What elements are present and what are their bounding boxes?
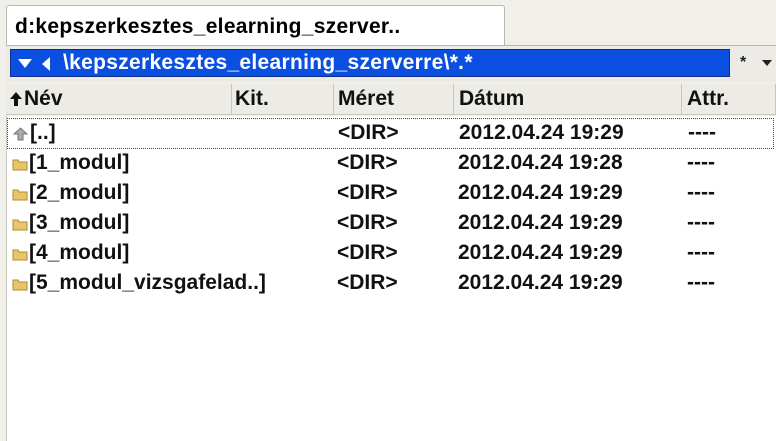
column-header-attr[interactable]: Attr. <box>682 84 776 115</box>
row-date: 2012.04.24 19:29 <box>458 211 623 234</box>
back-icon[interactable] <box>40 56 52 72</box>
row-size: <DIR> <box>337 271 398 294</box>
column-header-name[interactable]: Név <box>6 84 232 115</box>
row-name: [2_modul] <box>29 181 130 204</box>
folder-icon <box>12 189 28 201</box>
row-size: <DIR> <box>337 181 398 204</box>
row-name: [1_modul] <box>29 151 130 174</box>
row-size: <DIR> <box>337 151 398 174</box>
row-size: <DIR> <box>338 121 399 144</box>
row-date: 2012.04.24 19:29 <box>458 271 623 294</box>
row-attr: ---- <box>687 181 715 204</box>
column-header-date-label: Dátum <box>459 87 525 110</box>
filter-text: * <box>740 54 747 71</box>
column-header-size[interactable]: Méret <box>334 84 454 115</box>
row-attr: ---- <box>687 241 715 264</box>
history-dropdown-icon[interactable] <box>17 56 33 70</box>
list-item[interactable]: [5_modul_vizsgafelad..] <DIR> 2012.04.24… <box>7 269 776 299</box>
row-size: <DIR> <box>337 211 398 234</box>
list-item[interactable]: [..] <DIR> 2012.04.24 19:29 ---- <box>7 118 774 149</box>
list-item[interactable]: [3_modul] <DIR> 2012.04.24 19:29 ---- <box>7 209 776 239</box>
path-bar: \kepszerkesztes_elearning_szerverre\*.* … <box>6 45 776 82</box>
path-field[interactable]: \kepszerkesztes_elearning_szerverre\*.* <box>10 49 730 77</box>
row-size: <DIR> <box>337 241 398 264</box>
row-attr: ---- <box>687 271 715 294</box>
column-headers: Név Kit. Méret Dátum Attr. <box>6 84 776 116</box>
folder-icon <box>12 249 28 261</box>
column-header-date[interactable]: Dátum <box>454 84 682 115</box>
row-attr: ---- <box>688 121 716 144</box>
row-date: 2012.04.24 19:29 <box>459 121 624 144</box>
sort-up-arrow-icon <box>10 92 22 106</box>
folder-icon <box>12 159 28 171</box>
column-header-ext[interactable]: Kit. <box>232 84 334 115</box>
folder-icon <box>12 279 28 291</box>
column-header-attr-label: Attr. <box>687 87 729 110</box>
column-header-size-label: Méret <box>338 87 395 110</box>
list-item[interactable]: [4_modul] <DIR> 2012.04.24 19:29 ---- <box>7 239 776 269</box>
tab-bar: d:kepszerkesztes_elearning_szerver.. <box>0 0 776 45</box>
list-item[interactable]: [1_modul] <DIR> 2012.04.24 19:28 ---- <box>7 149 776 179</box>
file-list[interactable]: [..] <DIR> 2012.04.24 19:29 ---- [1_modu… <box>6 116 776 441</box>
row-date: 2012.04.24 19:28 <box>458 151 623 174</box>
drive-tab-label: d:kepszerkesztes_elearning_szerver.. <box>15 15 401 38</box>
column-header-name-label: Név <box>24 87 63 110</box>
column-header-ext-label: Kit. <box>235 87 269 110</box>
up-folder-icon <box>13 127 28 141</box>
filter-dropdown[interactable]: * <box>736 52 776 76</box>
path-text: \kepszerkesztes_elearning_szerverre\*.* <box>63 51 473 74</box>
row-date: 2012.04.24 19:29 <box>458 181 623 204</box>
row-name: [5_modul_vizsgafelad..] <box>29 271 266 294</box>
row-date: 2012.04.24 19:29 <box>458 241 623 264</box>
list-item[interactable]: [2_modul] <DIR> 2012.04.24 19:29 ---- <box>7 179 776 209</box>
row-attr: ---- <box>687 211 715 234</box>
chevron-down-icon <box>762 60 772 66</box>
row-name: [..] <box>30 121 56 144</box>
drive-tab[interactable]: d:kepszerkesztes_elearning_szerver.. <box>6 5 505 45</box>
row-name: [4_modul] <box>29 241 130 264</box>
folder-icon <box>12 219 28 231</box>
row-attr: ---- <box>687 151 715 174</box>
row-name: [3_modul] <box>29 211 130 234</box>
